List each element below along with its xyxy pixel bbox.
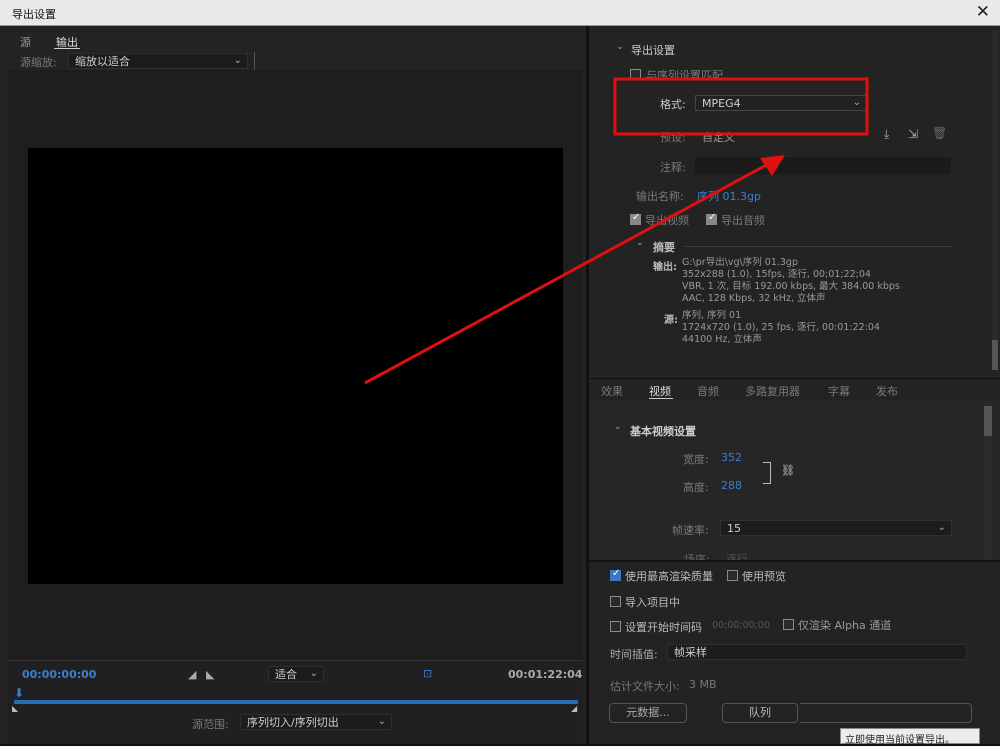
highlight-box [613,77,869,136]
annotation-arrow [364,161,771,385]
annotation-overlay [364,77,869,385]
